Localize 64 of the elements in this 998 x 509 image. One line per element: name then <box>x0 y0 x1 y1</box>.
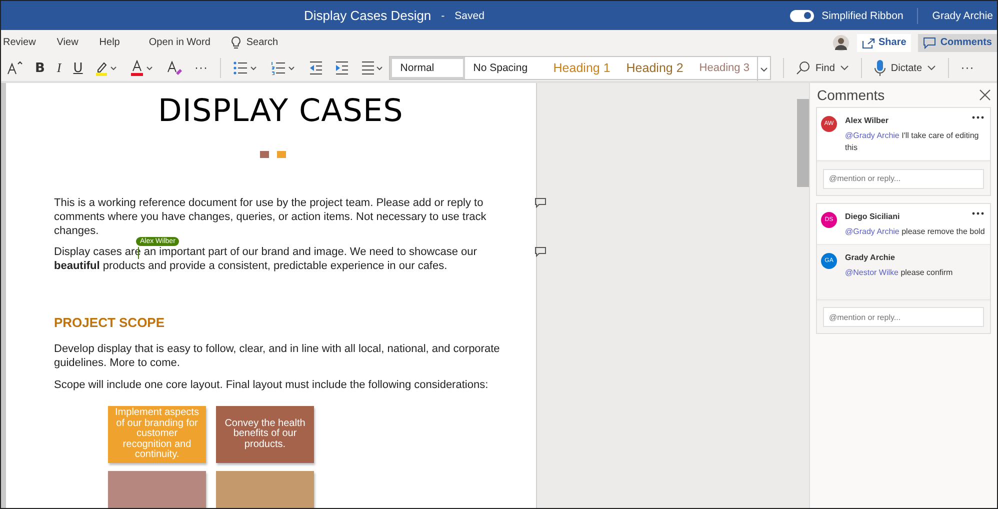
align-icon[interactable] <box>361 61 386 75</box>
lightbulb-icon <box>231 36 242 50</box>
user-avatar-icon[interactable] <box>832 34 849 50</box>
paragraph: This is a working reference document for use by the project team. Please add or reply to comments where you have changes, queries, or action items. Not necessary to use track changes. <box>54 196 488 238</box>
clear-formatting-icon[interactable] <box>166 60 183 76</box>
microphone-icon <box>874 60 886 76</box>
bullets-icon[interactable] <box>233 61 260 75</box>
save-status: Saved <box>454 10 484 22</box>
italic-button[interactable]: I <box>56 60 62 76</box>
find-button[interactable]: Find <box>796 61 849 75</box>
font-size-icon[interactable] <box>7 61 23 75</box>
paragraph: Develop display that is easy to follow, clear, and in line with all local, national, and corporate guidelines. More to come. <box>54 342 501 370</box>
close-icon[interactable] <box>979 89 991 101</box>
search-link[interactable]: Search <box>246 37 278 48</box>
comment-text: @Nestor Wilke please confirm <box>845 266 953 278</box>
style-option[interactable]: Normal <box>390 57 466 79</box>
style-option[interactable]: No Spacing <box>465 57 546 79</box>
decrease-indent-icon[interactable] <box>309 61 324 75</box>
dictate-button[interactable]: Dictate <box>874 60 936 76</box>
toggle-label: Simplified Ribbon <box>822 10 904 22</box>
font-color-icon[interactable] <box>130 60 155 76</box>
smartart-box: Implement aspects of our branding for customer recognition and continuity. <box>108 406 206 463</box>
numbering-icon[interactable] <box>271 61 298 75</box>
scrollbar[interactable] <box>797 83 809 508</box>
comment-author: Alex Wilber <box>845 116 888 125</box>
more-icon[interactable] <box>972 116 984 119</box>
comment-text: @Grady Archie I'll take care of editing this <box>845 130 980 154</box>
style-option[interactable]: Heading 2 <box>618 57 692 79</box>
toggle-switch[interactable] <box>790 10 814 22</box>
user-name[interactable]: Grady Archie <box>932 10 993 22</box>
pane-title: Comments <box>817 87 885 103</box>
comment-icon[interactable] <box>535 198 546 208</box>
bold-button[interactable]: B <box>35 60 45 76</box>
chevron-down-icon <box>840 65 849 71</box>
comment-icon <box>923 36 936 48</box>
more-icon[interactable] <box>972 212 984 214</box>
menu-item[interactable]: View <box>56 37 78 48</box>
comment-icon[interactable] <box>535 247 546 257</box>
comment-author: Grady Archie <box>845 252 895 262</box>
chevron-down-icon[interactable] <box>757 57 770 81</box>
smartart-box: Convey the health benefits of our products. <box>216 406 314 463</box>
reply-field[interactable]: @mention or reply... <box>823 307 984 327</box>
comment-author: Diego Siciliani <box>845 212 900 220</box>
share-icon <box>862 36 875 48</box>
document-title: DISPLAY CASES <box>158 93 404 129</box>
underline-button[interactable]: U <box>73 60 83 76</box>
more-options-button[interactable]: ··· <box>961 62 975 74</box>
document-title: Display Cases Design <box>304 8 432 23</box>
menu-item[interactable]: Help <box>99 37 120 48</box>
more-options-button[interactable]: ··· <box>194 62 208 74</box>
paragraph: Scope will include one core layout. Final layout must include the following considerations: <box>54 378 490 392</box>
menu-item[interactable]: Open in Word <box>148 37 210 48</box>
chevron-down-icon <box>927 65 936 71</box>
comment-text: @Grady Archie please remove the bold <box>845 226 985 238</box>
section-heading: PROJECT SCOPE <box>54 315 166 330</box>
highlighter-icon[interactable] <box>94 60 119 76</box>
increase-indent-icon[interactable] <box>335 61 350 75</box>
style-option[interactable]: Heading 3 <box>691 57 758 79</box>
comments-button[interactable]: Comments <box>918 34 997 52</box>
search-icon <box>796 61 810 75</box>
menu-item[interactable]: Review <box>3 37 36 48</box>
separator-dash: - <box>441 10 445 22</box>
reply-field[interactable]: @mention or reply... <box>823 168 984 188</box>
share-button[interactable]: Share <box>856 34 912 52</box>
